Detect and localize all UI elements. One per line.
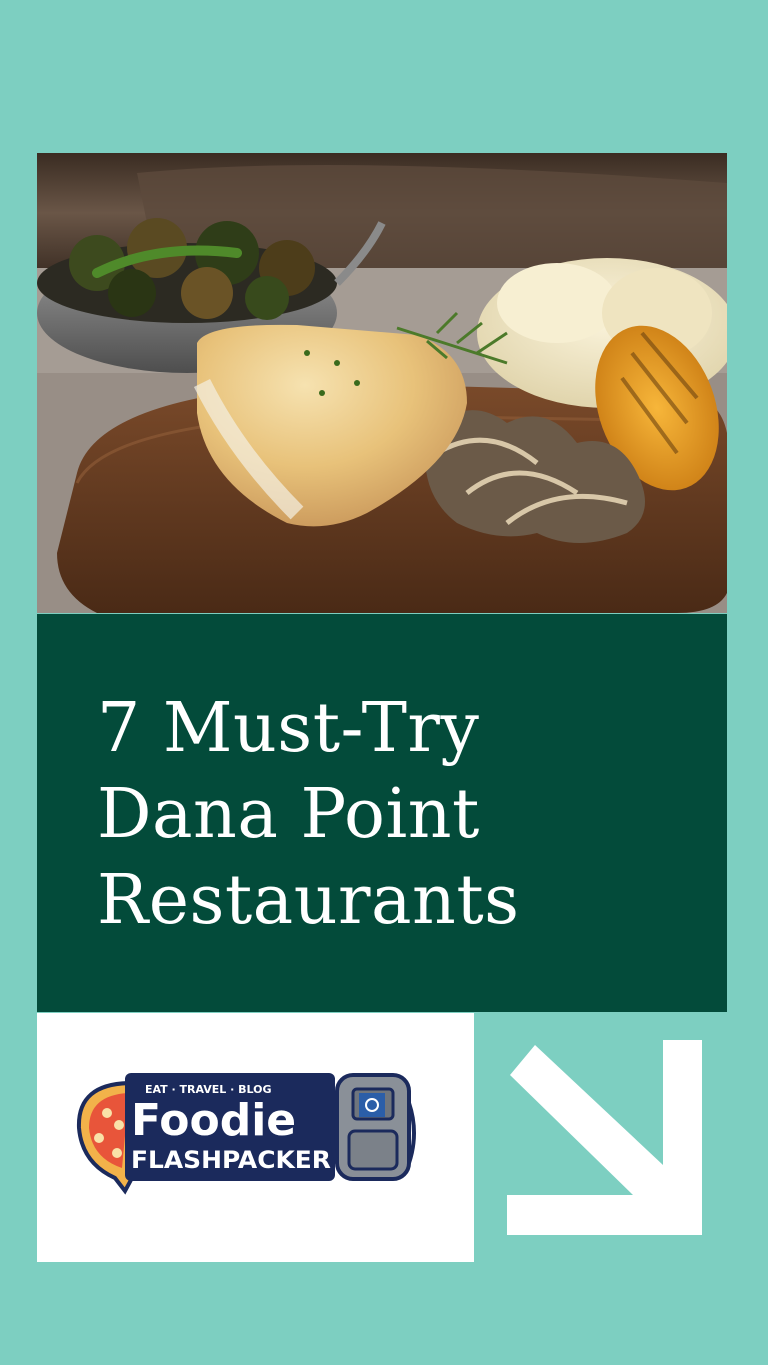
foodie-flashpacker-logo: EAT · TRAVEL · BLOG Foodie FLASHPACKER xyxy=(76,1073,416,1195)
page-title: 7 Must-Try Dana Point Restaurants xyxy=(97,686,697,944)
title-line-3: Restaurants xyxy=(97,861,520,940)
arrow-down-right-icon xyxy=(507,1040,702,1235)
logo-panel: EAT · TRAVEL · BLOG Foodie FLASHPACKER xyxy=(37,1013,474,1262)
title-panel: 7 Must-Try Dana Point Restaurants xyxy=(37,614,727,1012)
logo-word-flashpacker: FLASHPACKER xyxy=(131,1146,331,1174)
backpack-icon xyxy=(330,1073,416,1181)
title-line-2: Dana Point xyxy=(97,775,480,854)
logo-word-foodie: Foodie xyxy=(131,1095,296,1146)
food-illustration xyxy=(37,153,727,613)
pizza-icon xyxy=(76,1080,134,1195)
title-line-1: 7 Must-Try xyxy=(97,689,480,768)
hero-photo xyxy=(37,153,727,613)
